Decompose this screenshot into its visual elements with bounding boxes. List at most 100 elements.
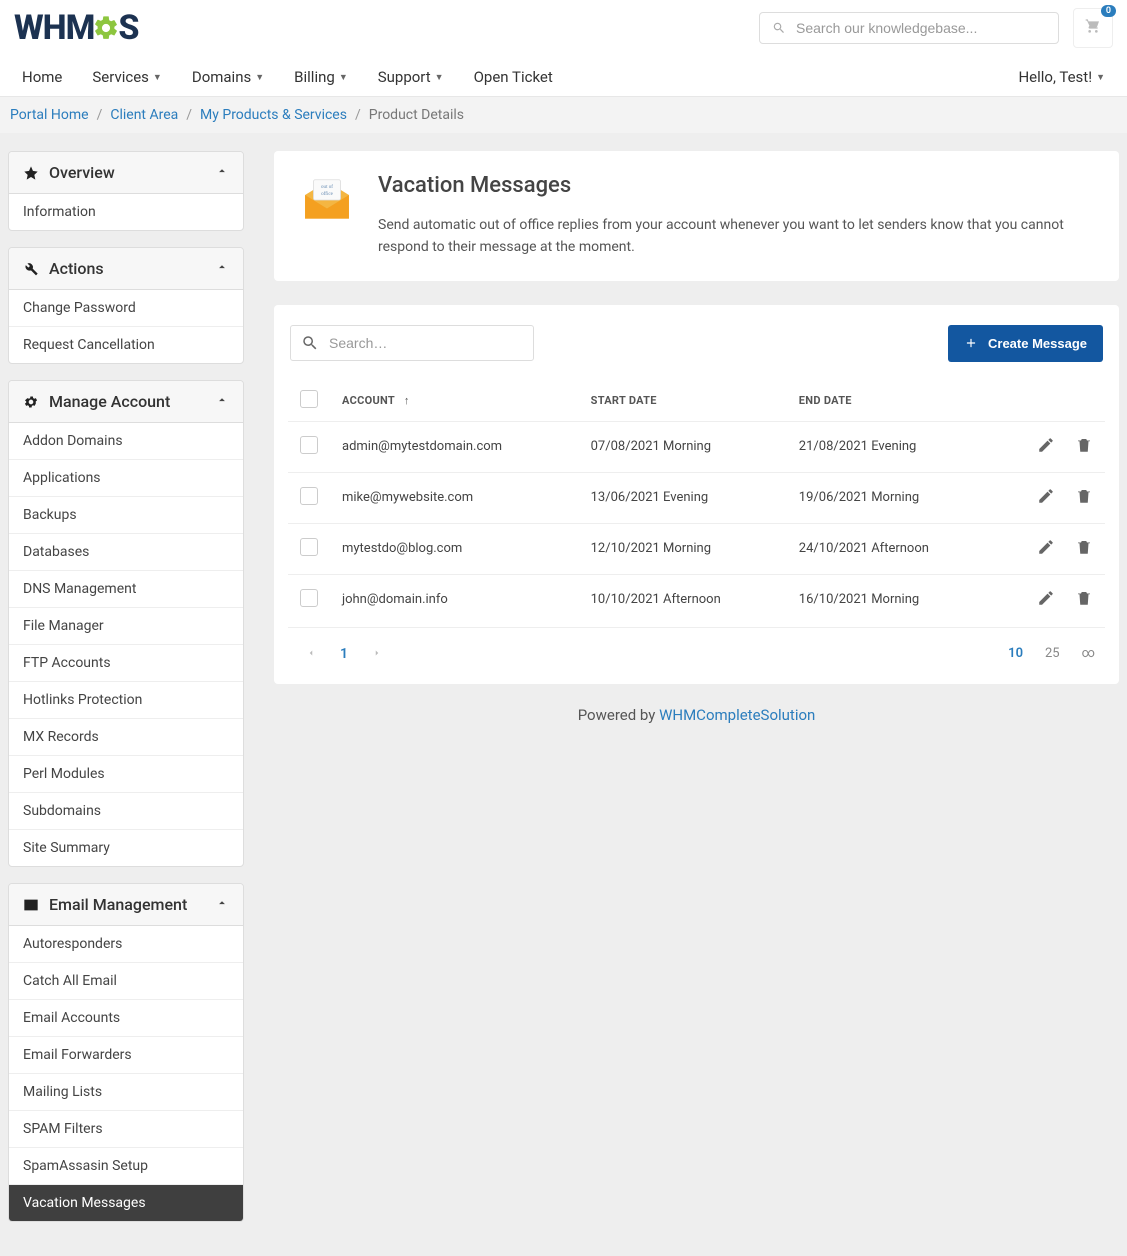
cart-badge: 0: [1101, 5, 1116, 17]
edit-icon[interactable]: [1037, 589, 1055, 607]
sidebar-item-site-summary[interactable]: Site Summary: [9, 830, 243, 866]
footer: Powered by WHMCompleteSolution: [274, 684, 1119, 754]
cell-end-date: 24/10/2021 Afternoon: [787, 523, 995, 574]
search-icon: [301, 334, 319, 352]
sidebar-item-backups[interactable]: Backups: [9, 497, 243, 534]
cell-account: john@domain.info: [330, 574, 579, 625]
sidebar-item-databases[interactable]: Databases: [9, 534, 243, 571]
user-menu[interactable]: Hello, Test! ▼: [1018, 68, 1105, 86]
sidebar-item-request-cancellation[interactable]: Request Cancellation: [9, 327, 243, 363]
user-greeting: Hello, Test!: [1018, 68, 1092, 86]
table-row: admin@mytestdomain.com07/08/2021 Morning…: [288, 421, 1105, 472]
chevron-up-icon: [215, 163, 229, 182]
sidebar-item-dns-management[interactable]: DNS Management: [9, 571, 243, 608]
sidebar-item-mx-records[interactable]: MX Records: [9, 719, 243, 756]
sidebar-section-email-management[interactable]: Email Management: [9, 884, 243, 926]
edit-icon[interactable]: [1037, 487, 1055, 505]
cell-end-date: 16/10/2021 Morning: [787, 574, 995, 625]
sidebar-section-overview[interactable]: Overview: [9, 152, 243, 194]
sidebar-item-spam-filters[interactable]: SPAM Filters: [9, 1111, 243, 1148]
page-size-option[interactable]: 10: [1008, 646, 1023, 661]
gear-icon: [92, 14, 120, 42]
sidebar-item-catch-all-email[interactable]: Catch All Email: [9, 963, 243, 1000]
kb-search[interactable]: [759, 12, 1059, 44]
row-checkbox[interactable]: [300, 487, 318, 505]
sidebar-item-addon-domains[interactable]: Addon Domains: [9, 423, 243, 460]
cart-button[interactable]: 0: [1073, 8, 1113, 48]
select-all-checkbox[interactable]: [300, 390, 318, 408]
sidebar-item-email-forwarders[interactable]: Email Forwarders: [9, 1037, 243, 1074]
page-size-option[interactable]: 25: [1045, 646, 1060, 661]
chevron-down-icon: ▼: [255, 72, 264, 83]
logo-text-1: WHM: [14, 8, 94, 48]
logo-text-2: S: [118, 8, 138, 48]
cell-start-date: 13/06/2021 Evening: [579, 472, 787, 523]
edit-icon[interactable]: [1037, 538, 1055, 556]
page-title: Vacation Messages: [378, 173, 1093, 198]
envelope-out-of-office-icon: out of office: [300, 173, 354, 227]
delete-icon[interactable]: [1075, 487, 1093, 505]
sidebar-section-actions[interactable]: Actions: [9, 248, 243, 290]
edit-icon[interactable]: [1037, 436, 1055, 454]
sort-asc-icon: ↑: [404, 394, 410, 407]
nav-item-billing[interactable]: Billing▼: [294, 68, 348, 86]
row-checkbox[interactable]: [300, 589, 318, 607]
nav-item-home[interactable]: Home: [22, 68, 62, 86]
sidebar-item-subdomains[interactable]: Subdomains: [9, 793, 243, 830]
sidebar-item-information[interactable]: Information: [9, 194, 243, 230]
logo[interactable]: WHM S: [14, 8, 139, 48]
prev-page-button[interactable]: [298, 642, 324, 666]
sidebar-item-vacation-messages[interactable]: Vacation Messages: [9, 1185, 243, 1221]
table-search-input[interactable]: [329, 335, 523, 351]
cell-end-date: 21/08/2021 Evening: [787, 421, 995, 472]
chevron-up-icon: [215, 392, 229, 411]
nav-item-domains[interactable]: Domains▼: [192, 68, 264, 86]
sidebar-item-email-accounts[interactable]: Email Accounts: [9, 1000, 243, 1037]
table-row: mytestdo@blog.com12/10/2021 Morning24/10…: [288, 523, 1105, 574]
cell-account: mytestdo@blog.com: [330, 523, 579, 574]
sidebar-item-file-manager[interactable]: File Manager: [9, 608, 243, 645]
nav-item-support[interactable]: Support▼: [378, 68, 444, 86]
breadcrumb-link[interactable]: Client Area: [110, 107, 178, 123]
chevron-down-icon: ▼: [339, 72, 348, 83]
wrench-icon: [23, 261, 39, 277]
sidebar-item-change-password[interactable]: Change Password: [9, 290, 243, 327]
row-checkbox[interactable]: [300, 436, 318, 454]
column-header-start[interactable]: START DATE: [579, 380, 787, 422]
gear-icon: [23, 394, 39, 410]
sidebar-item-autoresponders[interactable]: Autoresponders: [9, 926, 243, 963]
star-icon: [23, 165, 39, 181]
nav-item-services[interactable]: Services▼: [92, 68, 161, 86]
powered-by-link[interactable]: WHMCompleteSolution: [659, 706, 815, 724]
chevron-down-icon: ▼: [435, 72, 444, 83]
kb-search-input[interactable]: [796, 20, 1046, 36]
sidebar-section-manage-account[interactable]: Manage Account: [9, 381, 243, 423]
breadcrumb-link[interactable]: My Products & Services: [200, 107, 347, 123]
chevron-down-icon: ▼: [1096, 72, 1105, 83]
page-number[interactable]: 1: [324, 642, 364, 666]
next-page-button[interactable]: [364, 642, 390, 666]
delete-icon[interactable]: [1075, 538, 1093, 556]
sidebar-item-hotlinks-protection[interactable]: Hotlinks Protection: [9, 682, 243, 719]
sidebar-item-applications[interactable]: Applications: [9, 460, 243, 497]
nav-item-open-ticket[interactable]: Open Ticket: [474, 68, 553, 86]
delete-icon[interactable]: [1075, 589, 1093, 607]
sidebar-item-ftp-accounts[interactable]: FTP Accounts: [9, 645, 243, 682]
column-header-account[interactable]: ACCOUNT ↑: [330, 380, 579, 422]
page-size-option[interactable]: ∞: [1082, 646, 1095, 661]
row-checkbox[interactable]: [300, 538, 318, 556]
delete-icon[interactable]: [1075, 436, 1093, 454]
sidebar-item-perl-modules[interactable]: Perl Modules: [9, 756, 243, 793]
sidebar-item-spamassasin-setup[interactable]: SpamAssasin Setup: [9, 1148, 243, 1185]
sidebar-item-mailing-lists[interactable]: Mailing Lists: [9, 1074, 243, 1111]
table-search[interactable]: [290, 325, 534, 361]
column-header-end[interactable]: END DATE: [787, 380, 995, 422]
search-icon: [772, 21, 786, 35]
cell-end-date: 19/06/2021 Morning: [787, 472, 995, 523]
cell-start-date: 10/10/2021 Afternoon: [579, 574, 787, 625]
create-message-button[interactable]: Create Message: [948, 325, 1103, 362]
page-description: Send automatic out of office replies fro…: [378, 214, 1093, 259]
svg-text:out of: out of: [321, 183, 333, 190]
breadcrumb-link[interactable]: Portal Home: [10, 107, 89, 123]
chevron-up-icon: [215, 895, 229, 914]
